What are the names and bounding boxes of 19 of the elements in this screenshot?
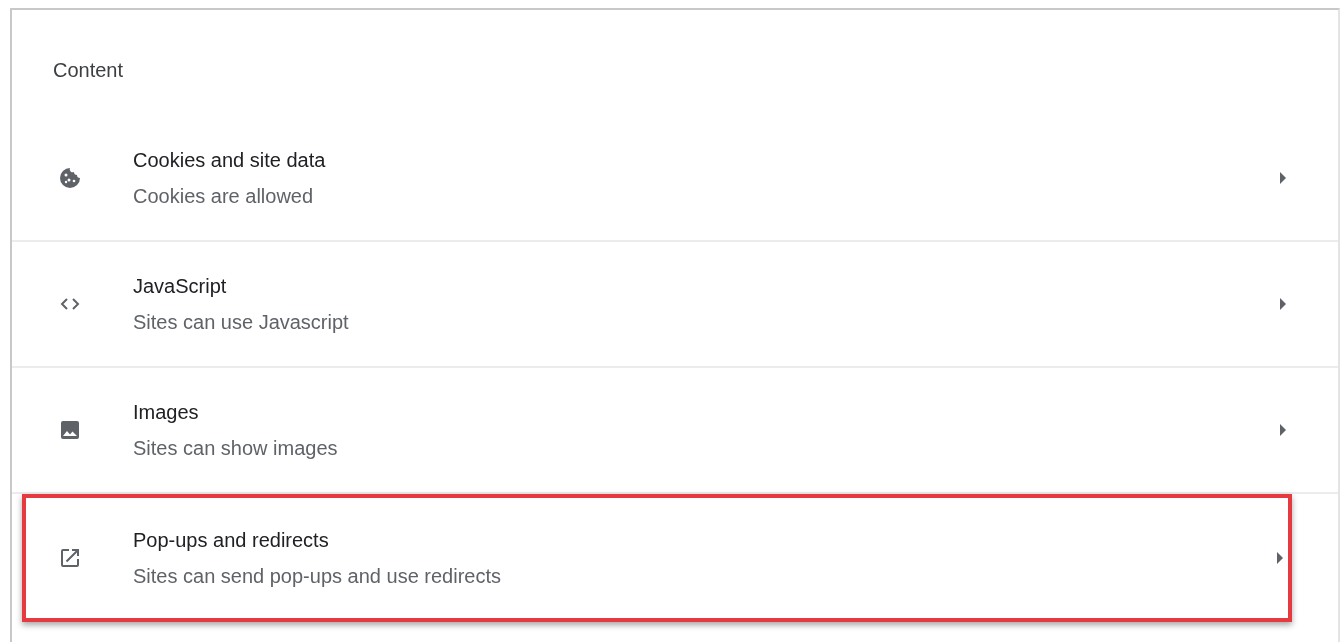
arrow-right-icon	[1280, 297, 1286, 310]
highlighted-row[interactable]: Pop-ups and redirects Sites can send pop-ups and use redirects	[22, 494, 1292, 622]
row-title: Pop-ups and redirects	[133, 528, 330, 553]
row-subtitle: Cookies are allowed	[133, 183, 315, 209]
row-title: JavaScript	[133, 273, 228, 299]
row-subtitle: Sites can use Javascript	[133, 309, 350, 335]
row-subtitle: Sites can show images	[133, 435, 339, 461]
row-title: Cookies and site data	[133, 147, 327, 173]
external-link-icon	[58, 546, 82, 570]
cookie-icon	[58, 165, 82, 190]
settings-row[interactable]: Images Sites can show images	[12, 367, 1338, 494]
arrow-right-icon	[1280, 423, 1286, 436]
settings-row[interactable]: Cookies and site data Cookies are allowed	[12, 115, 1338, 242]
section-heading: Content	[53, 58, 124, 82]
row-title: Images	[133, 399, 200, 425]
arrow-right-icon	[1280, 171, 1286, 184]
row-subtitle: Sites can send pop-ups and use redirects	[133, 564, 502, 589]
arrow-right-icon	[1277, 552, 1283, 564]
settings-row[interactable]: JavaScript Sites can use Javascript	[12, 241, 1338, 368]
